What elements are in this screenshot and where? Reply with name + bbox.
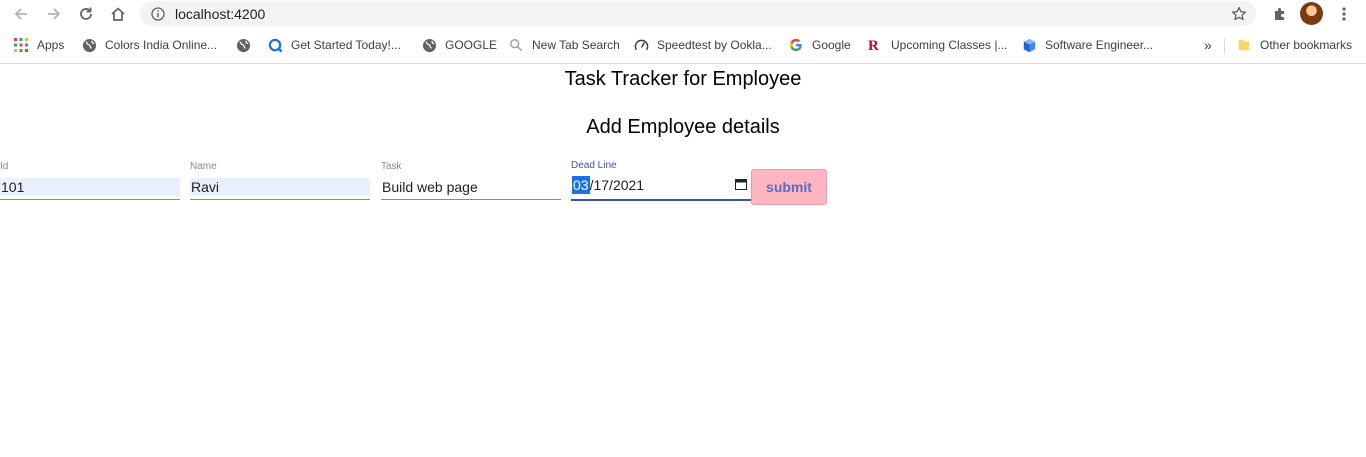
bookmarks-overflow-button[interactable]: » [1204,35,1212,55]
date-month-segment[interactable]: 03 [572,176,590,194]
bookmark-label: Speedtest by Ookla... [657,38,772,52]
reload-icon [80,7,92,20]
name-field[interactable]: Name Ravi [190,159,370,201]
bookmark-star-icon[interactable] [1230,5,1248,23]
back-arrow-icon [14,8,27,20]
bookmark-colors-india[interactable]: Colors India Online... [81,35,217,55]
forward-arrow-icon [48,8,61,20]
extensions-button[interactable] [1268,2,1292,26]
bookmark-label: New Tab Search [532,38,620,52]
q-logo-icon [267,37,283,53]
deadline-label: Dead Line [571,160,617,171]
info-icon[interactable] [151,6,165,21]
back-button[interactable] [9,2,33,26]
form-heading: Add Employee details [586,116,780,138]
bookmark-new-tab-search[interactable]: New Tab Search [508,35,620,55]
browser-toolbar: localhost:4200 [0,0,1366,27]
bookmark-google-caps[interactable]: GOOGLE [421,35,497,55]
bookmark-label: Other bookmarks [1260,38,1353,52]
svg-text:R: R [868,38,879,53]
google-g-icon [788,37,804,53]
bookmark-get-started[interactable]: Get Started Today!... [267,35,401,55]
kebab-menu-icon [1342,7,1346,21]
task-underline [381,199,561,200]
bookmark-label: Software Engineer... [1045,38,1154,52]
speedometer-icon [633,37,649,53]
bookmark-software-engineer[interactable]: Software Engineer... [1021,35,1153,55]
name-underline [190,199,370,200]
task-label: Task [381,161,402,172]
deadline-input[interactable]: 03 / 17 / 2021 [571,176,751,194]
deadline-field[interactable]: Dead Line 03 / 17 / 2021 [571,158,751,201]
bookmark-speedtest[interactable]: Speedtest by Ookla... [633,35,772,55]
bookmarks-bar: Apps Colors India Online... Get Started … [0,31,1366,59]
bookmark-label: Apps [37,38,65,52]
task-input[interactable]: Build web page [381,178,561,196]
page-title: Task Tracker for Employee [564,68,802,90]
bookmark-apps[interactable]: Apps [13,35,64,55]
profile-avatar[interactable] [1300,2,1323,25]
bookmarks-divider [1224,38,1225,54]
rutgers-r-icon: R [867,37,883,53]
bookmark-label: Get Started Today!... [291,38,401,52]
bookmark-label: GOOGLE [445,38,498,52]
date-year-segment[interactable]: 2021 [613,176,644,194]
bookmark-label: Google [812,38,851,52]
id-input[interactable]: 101 [0,178,180,196]
name-input[interactable]: Ravi [190,178,370,196]
folder-icon [1236,37,1252,53]
submit-button[interactable]: submit [751,169,827,205]
overflow-chevron: » [1204,37,1212,53]
forward-button[interactable] [42,2,66,26]
url-text[interactable]: localhost:4200 [175,6,265,22]
bookmark-label: Colors India Online... [105,38,218,52]
task-field[interactable]: Task Build web page [381,159,561,201]
bookmark-upcoming-classes[interactable]: R Upcoming Classes |... [867,35,1008,55]
globe-icon [235,37,251,53]
bookmark-untitled[interactable] [235,35,259,55]
search-icon [508,37,524,53]
apps-grid-icon [13,37,29,53]
home-button[interactable] [106,2,130,26]
reload-button[interactable] [74,2,98,26]
bookmark-label: Upcoming Classes |... [891,38,1008,52]
puzzle-icon [1275,8,1284,20]
chrome-divider [0,63,1366,64]
other-bookmarks[interactable]: Other bookmarks [1236,35,1352,55]
id-underline [0,199,180,200]
id-field[interactable]: Id 101 [0,159,180,201]
bookmark-google[interactable]: Google [788,35,851,55]
calendar-icon[interactable] [735,178,747,190]
name-label: Name [190,161,217,172]
deadline-underline [571,199,751,201]
home-icon [111,7,125,21]
browser-menu-button[interactable] [1332,2,1356,26]
date-day-segment[interactable]: 17 [593,176,609,194]
globe-icon [81,37,97,53]
id-label: Id [0,161,9,172]
cube-icon [1021,37,1037,53]
address-bar[interactable]: localhost:4200 [140,1,1256,26]
globe-icon [421,37,437,53]
